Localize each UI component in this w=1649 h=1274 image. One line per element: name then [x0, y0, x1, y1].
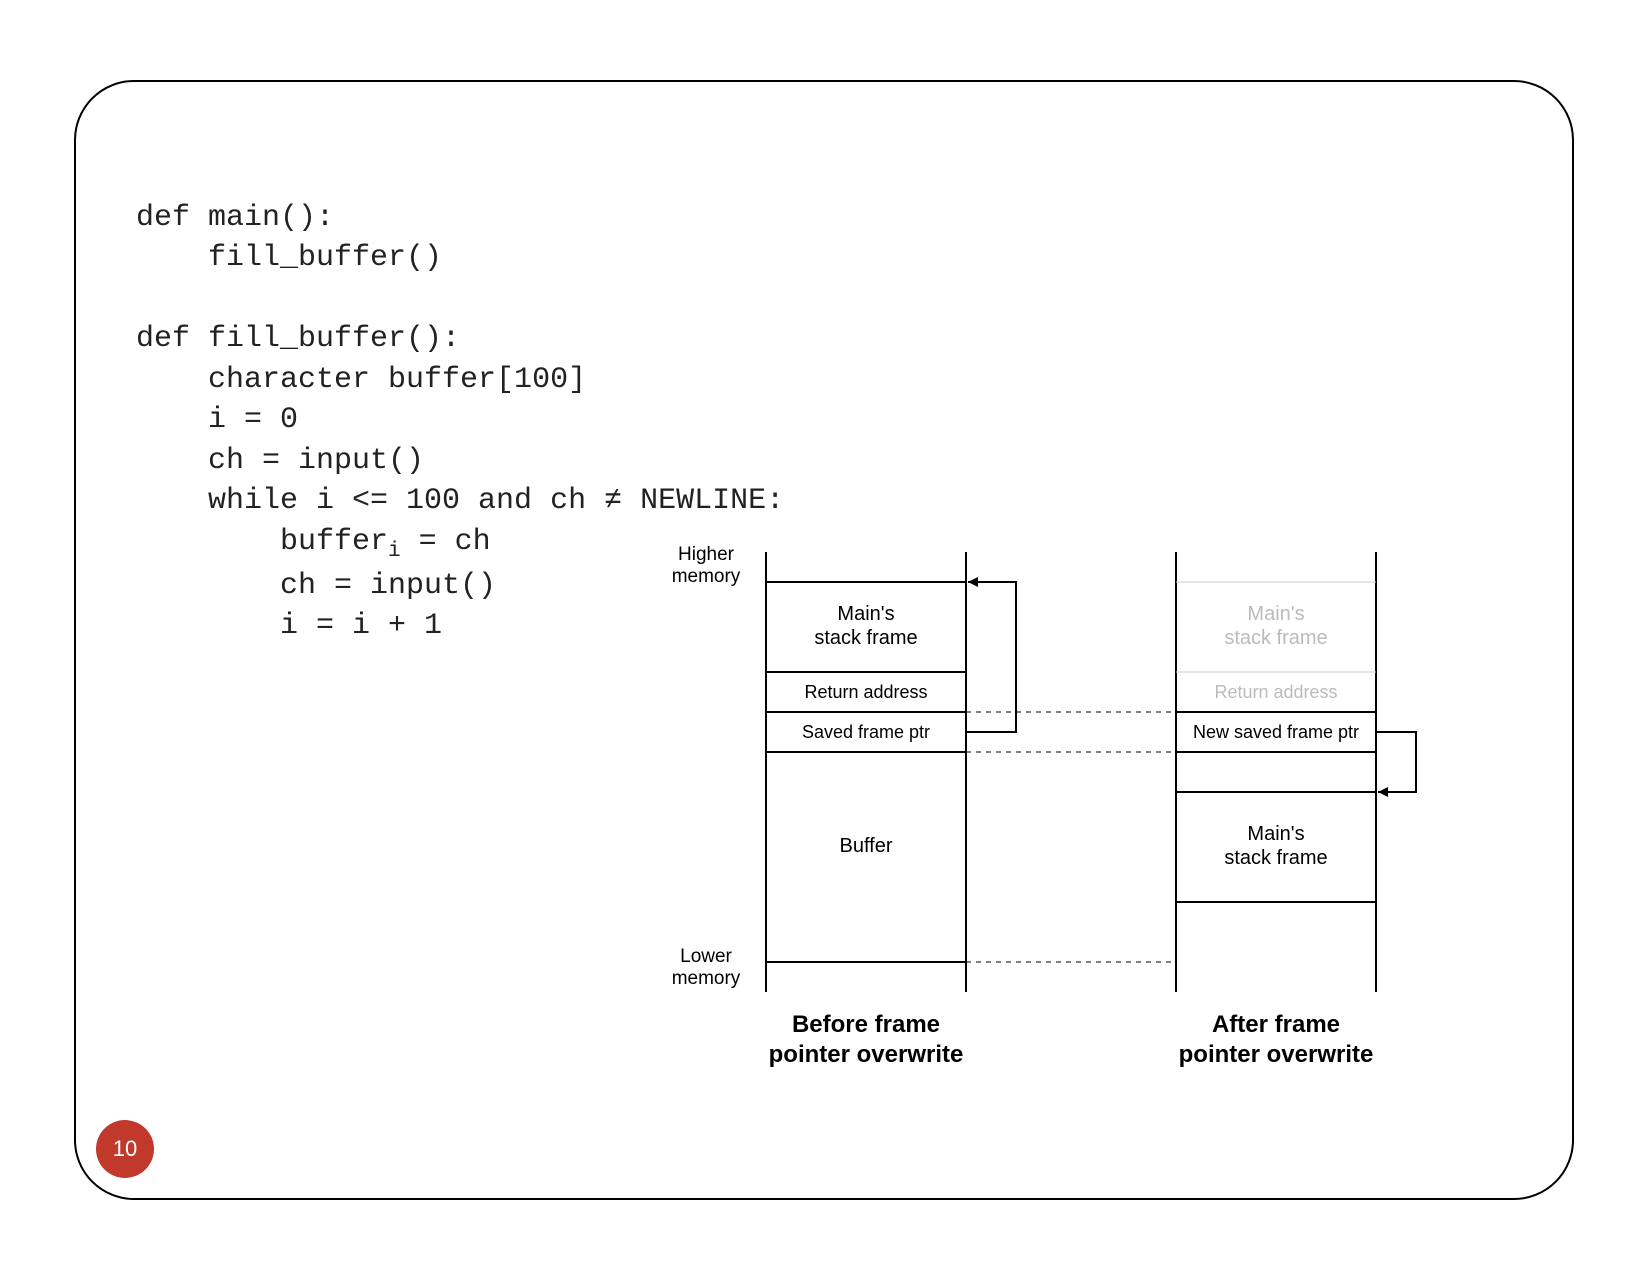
code-line: ch = input() [136, 444, 424, 478]
page-number-badge: 10 [96, 1120, 154, 1178]
code-line: character buffer[100] [136, 363, 586, 397]
before-return-address-label: Return address [804, 682, 927, 702]
before-caption-2: pointer overwrite [769, 1041, 964, 1068]
after-caption-1: After frame [1212, 1011, 1340, 1038]
code-line: def main(): [136, 201, 334, 235]
lower-memory-label-1: Lower [680, 946, 732, 967]
code-line: fill_buffer() [136, 241, 442, 275]
lower-memory-label-2: memory [672, 968, 741, 989]
before-main-label-2: stack frame [814, 627, 917, 649]
higher-memory-label-1: Higher [678, 544, 735, 565]
after-ghost-return-address: Return address [1214, 682, 1337, 702]
after-main-label-1: Main's [1247, 823, 1304, 845]
before-main-label-1: Main's [837, 603, 894, 625]
code-line: i = 0 [136, 403, 298, 437]
slide-frame: def main(): fill_buffer() def fill_buffe… [74, 80, 1574, 1200]
after-caption-2: pointer overwrite [1179, 1041, 1374, 1068]
before-buffer-label: Buffer [840, 835, 893, 857]
after-ghost-main-1: Main's [1247, 603, 1304, 625]
code-line: while i <= 100 and ch ≠ NEWLINE: [136, 484, 784, 518]
before-caption-1: Before frame [792, 1011, 940, 1038]
code-line: bufferi = ch [136, 525, 491, 559]
code-line: i = i + 1 [136, 609, 442, 643]
after-main-label-2: stack frame [1224, 847, 1327, 869]
after-ghost-main-2: stack frame [1224, 627, 1327, 649]
code-line: ch = input() [136, 569, 496, 603]
before-saved-frame-ptr-label: Saved frame ptr [802, 722, 930, 742]
higher-memory-label-2: memory [672, 566, 741, 587]
code-line: def fill_buffer(): [136, 322, 460, 356]
stack-diagram: Main's stack frame Return address Saved … [656, 542, 1556, 1122]
after-new-saved-frame-ptr-label: New saved frame ptr [1193, 722, 1359, 742]
page-number: 10 [113, 1136, 137, 1162]
